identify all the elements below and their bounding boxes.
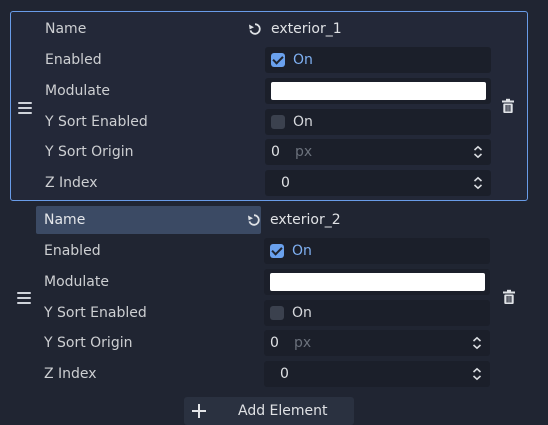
checkbox-checked-icon bbox=[270, 244, 284, 258]
plus-icon bbox=[192, 404, 206, 418]
enabled-label: Enabled bbox=[45, 52, 102, 68]
name-label: Name bbox=[45, 21, 87, 37]
ysort-origin-value: 0 bbox=[270, 335, 279, 351]
name-value: exterior_1 bbox=[271, 21, 342, 37]
ysort-enabled-value: On bbox=[293, 114, 313, 130]
ysort-origin-label: Y Sort Origin bbox=[44, 335, 133, 351]
spinbox-arrows-icon[interactable] bbox=[472, 336, 482, 350]
row-zindex: Z Index 0 bbox=[37, 169, 492, 197]
ysort-origin-unit: px bbox=[294, 335, 312, 351]
trash-icon[interactable] bbox=[500, 98, 516, 114]
ysort-enabled-label: Y Sort Enabled bbox=[45, 114, 148, 130]
row-zindex: Z Index 0 bbox=[36, 360, 491, 388]
ysort-enabled-label: Y Sort Enabled bbox=[44, 305, 147, 321]
drag-handle-icon[interactable] bbox=[17, 292, 31, 304]
row-enabled: Enabled On bbox=[37, 46, 492, 74]
element-list: Name exterior_1 Enabled On Modulate Y So… bbox=[0, 0, 548, 425]
modulate-label: Modulate bbox=[44, 274, 109, 290]
enabled-value: On bbox=[292, 243, 312, 259]
scrollbar[interactable] bbox=[538, 0, 548, 425]
modulate-color-picker[interactable] bbox=[265, 78, 491, 104]
add-element-label: Add Element bbox=[238, 403, 328, 419]
zindex-label: Z Index bbox=[45, 175, 98, 191]
row-modulate: Modulate bbox=[37, 77, 492, 105]
zindex-value: 0 bbox=[281, 175, 290, 191]
ysort-enabled-checkbox[interactable]: On bbox=[264, 300, 490, 326]
zindex-value: 0 bbox=[280, 366, 289, 382]
zindex-spinbox[interactable]: 0 bbox=[265, 170, 491, 196]
ysort-enabled-value: On bbox=[292, 305, 312, 321]
spinbox-arrows-icon[interactable] bbox=[473, 145, 483, 159]
ysort-origin-unit: px bbox=[295, 144, 313, 160]
enabled-checkbox[interactable]: On bbox=[265, 47, 491, 73]
enabled-value: On bbox=[293, 52, 313, 68]
checkbox-unchecked-icon bbox=[271, 115, 285, 129]
name-label: Name bbox=[36, 206, 261, 234]
ysort-origin-spinbox[interactable]: 0 px bbox=[265, 139, 491, 165]
modulate-color-picker[interactable] bbox=[264, 269, 490, 295]
drag-handle-icon[interactable] bbox=[18, 102, 32, 114]
row-name: Name exterior_1 bbox=[37, 15, 492, 43]
row-ysort-enabled: Y Sort Enabled On bbox=[36, 299, 491, 327]
row-ysort-origin: Y Sort Origin 0 px bbox=[36, 329, 491, 357]
ysort-enabled-checkbox[interactable]: On bbox=[265, 109, 491, 135]
name-field[interactable]: exterior_1 bbox=[265, 16, 491, 42]
list-element-2[interactable]: Name exterior_2 Enabled On Modulate Y So… bbox=[10, 205, 528, 395]
ysort-origin-label: Y Sort Origin bbox=[45, 144, 134, 160]
row-modulate: Modulate bbox=[36, 268, 491, 296]
zindex-spinbox[interactable]: 0 bbox=[264, 361, 490, 387]
list-element-1[interactable]: Name exterior_1 Enabled On Modulate Y So… bbox=[10, 11, 528, 201]
revert-icon[interactable] bbox=[247, 21, 263, 37]
color-swatch bbox=[270, 273, 485, 291]
row-enabled: Enabled On bbox=[36, 237, 491, 265]
spinbox-arrows-icon[interactable] bbox=[472, 367, 482, 381]
ysort-origin-value: 0 bbox=[271, 144, 280, 160]
zindex-label: Z Index bbox=[44, 366, 97, 382]
enabled-checkbox[interactable]: On bbox=[264, 238, 490, 264]
row-ysort-origin: Y Sort Origin 0 px bbox=[37, 138, 492, 166]
name-field[interactable]: exterior_2 bbox=[264, 207, 490, 233]
spinbox-arrows-icon[interactable] bbox=[473, 176, 483, 190]
checkbox-unchecked-icon bbox=[270, 306, 284, 320]
modulate-label: Modulate bbox=[45, 83, 110, 99]
name-value: exterior_2 bbox=[270, 212, 341, 228]
checkbox-checked-icon bbox=[271, 53, 285, 67]
enabled-label: Enabled bbox=[44, 243, 101, 259]
revert-icon[interactable] bbox=[246, 212, 262, 228]
ysort-origin-spinbox[interactable]: 0 px bbox=[264, 330, 490, 356]
row-name: Name exterior_2 bbox=[36, 206, 491, 234]
row-ysort-enabled: Y Sort Enabled On bbox=[37, 108, 492, 136]
add-element-button[interactable]: Add Element bbox=[184, 397, 354, 425]
trash-icon[interactable] bbox=[501, 289, 517, 305]
color-swatch bbox=[271, 82, 486, 100]
